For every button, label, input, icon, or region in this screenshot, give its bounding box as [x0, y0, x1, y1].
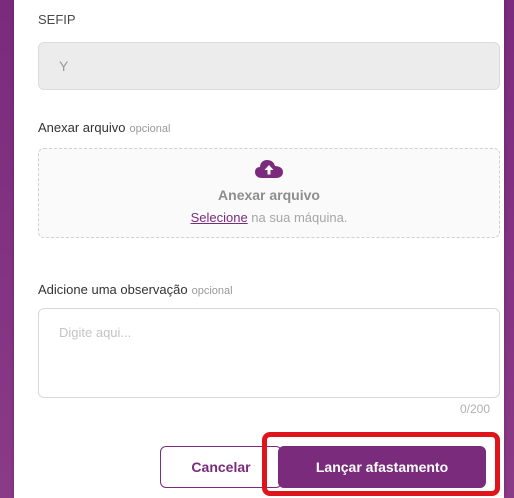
file-dropzone[interactable]: Anexar arquivo Selecione na sua máquina.	[38, 148, 500, 238]
background-right	[504, 0, 514, 498]
observation-placeholder: Digite aqui...	[59, 325, 132, 340]
dropzone-subtitle: Selecione na sua máquina.	[39, 210, 499, 225]
background-left	[0, 0, 14, 498]
cloud-upload-icon	[255, 160, 283, 178]
attachment-label: Anexar arquivo opcional	[38, 120, 170, 135]
attachment-optional: opcional	[129, 123, 171, 135]
form-panel: SEFIP Y Anexar arquivo opcional Anexar ar…	[14, 0, 504, 498]
dropzone-title: Anexar arquivo	[218, 187, 320, 203]
select-file-suffix: na sua máquina.	[247, 210, 348, 225]
observation-label: Adicione uma observação opcional	[38, 282, 233, 297]
observation-textarea[interactable]: Digite aqui...	[38, 308, 500, 398]
sefip-field: Y	[38, 42, 500, 90]
submit-leave-button[interactable]: Lançar afastamento	[278, 446, 486, 488]
attachment-label-text: Anexar arquivo	[38, 120, 126, 135]
observation-label-text: Adicione uma observação	[38, 282, 188, 297]
sefip-value: Y	[59, 58, 69, 74]
select-file-link[interactable]: Selecione	[191, 210, 248, 225]
sefip-label: SEFIP	[38, 12, 76, 27]
character-counter: 0/200	[459, 402, 490, 416]
observation-optional: opcional	[191, 285, 233, 297]
